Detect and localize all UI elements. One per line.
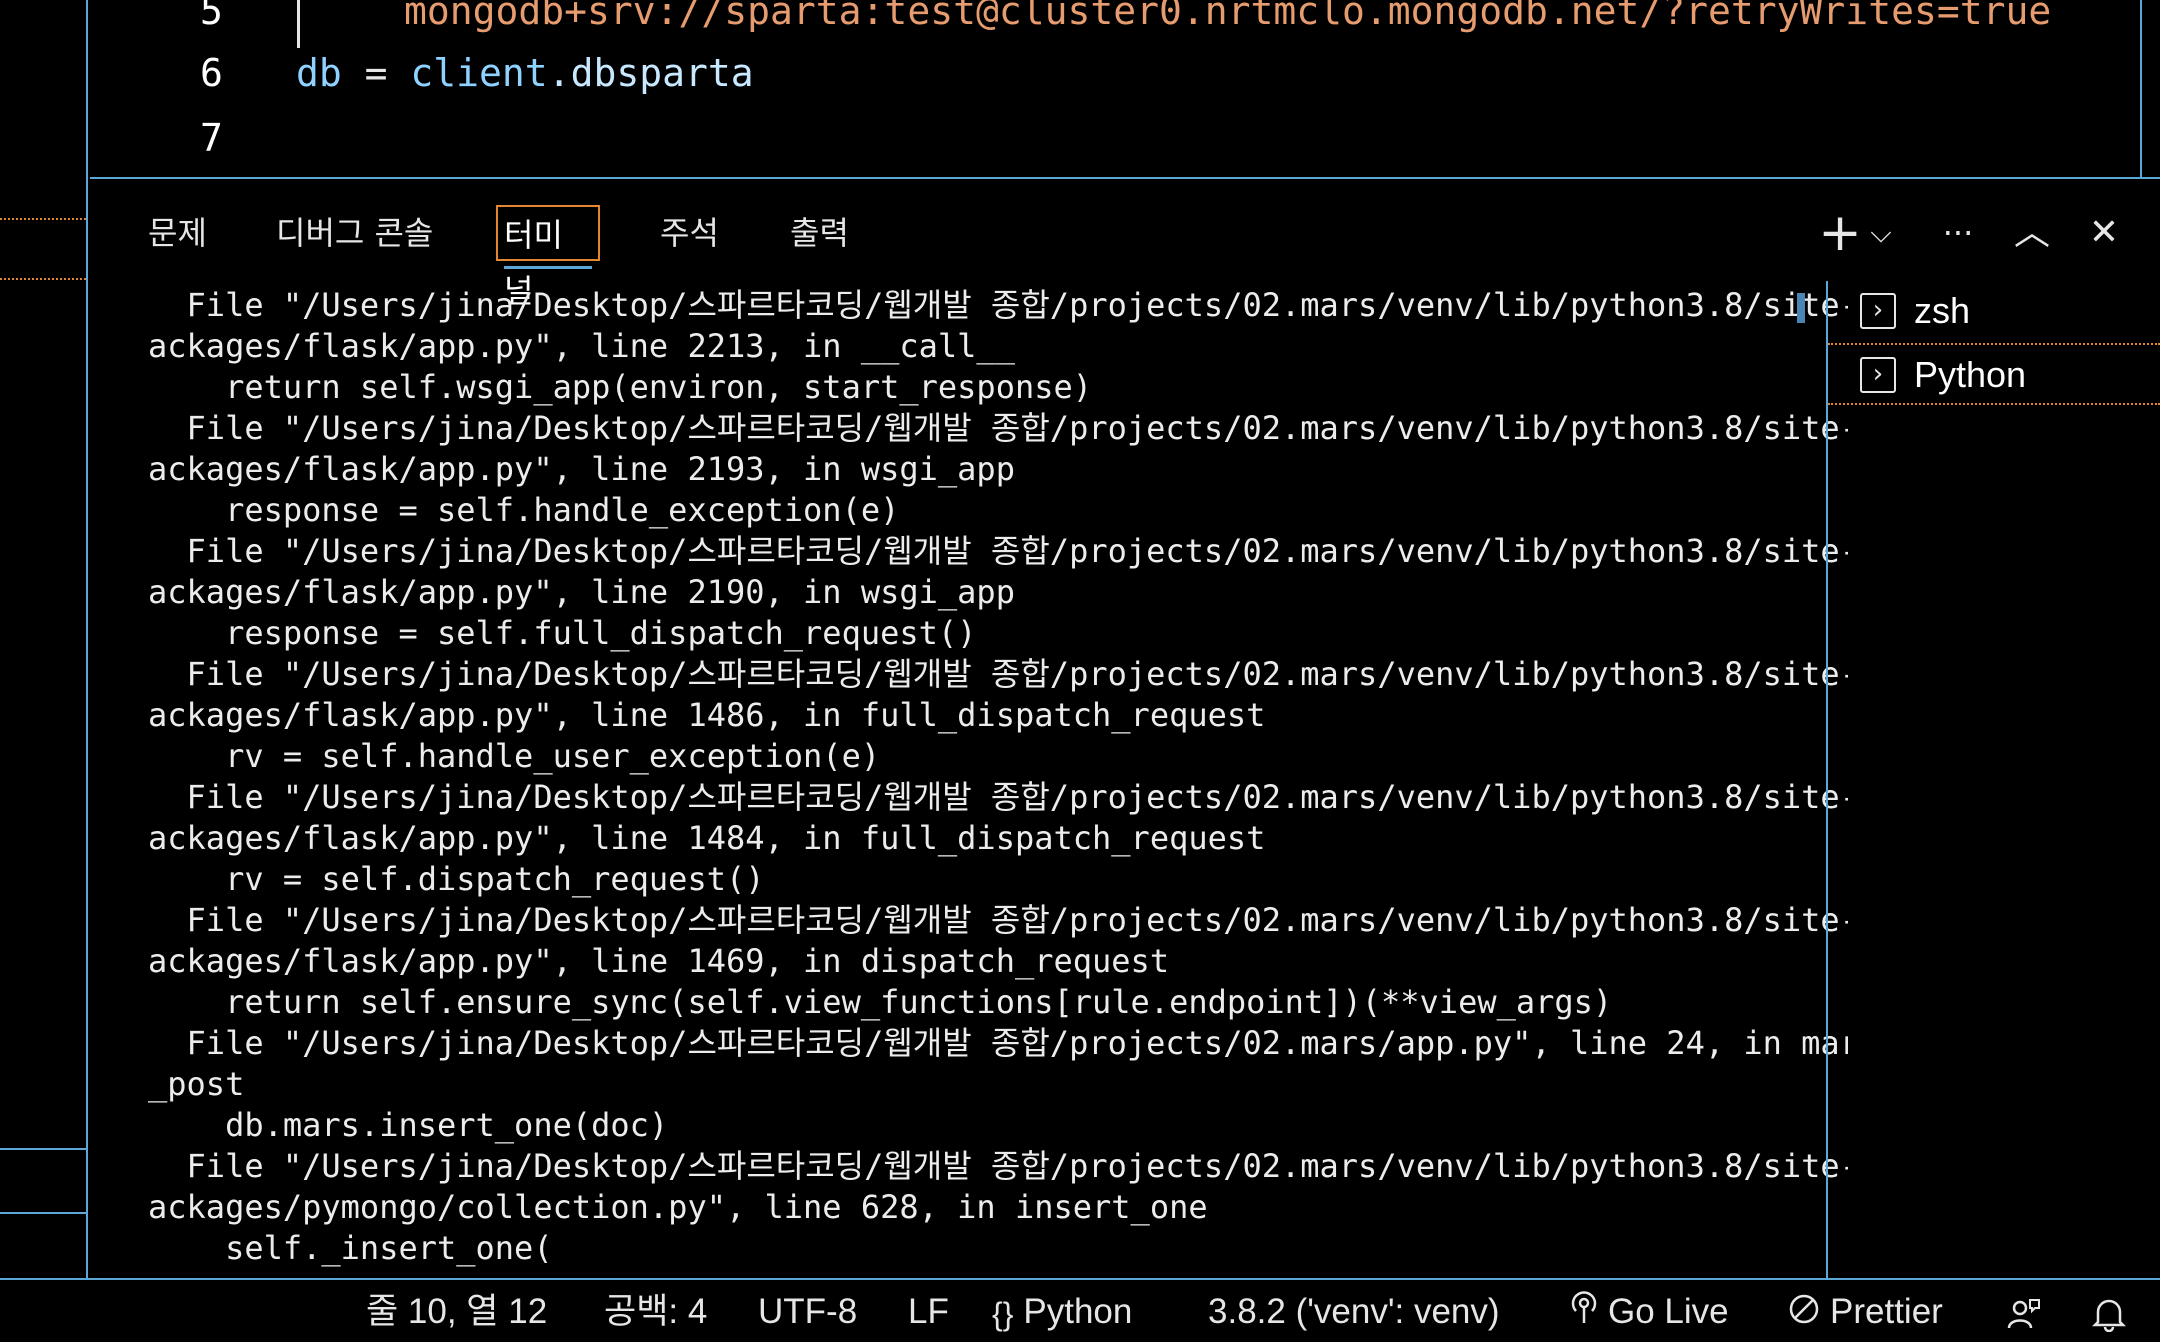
tab-output[interactable]: 출력: [784, 205, 855, 261]
code-line: 7: [90, 105, 2160, 171]
tab-label: 주석: [660, 214, 719, 252]
prettier-button[interactable]: Prettier: [1788, 1290, 1943, 1334]
tab-problems[interactable]: 문제: [142, 205, 213, 261]
sidebar-divider: [0, 1148, 86, 1150]
line-number: 6: [200, 51, 223, 95]
bottom-panel: 문제 디버그 콘솔 터미널 주석 출력 + ⌵ ··· ︿ ✕ File "/U…: [90, 181, 2160, 1278]
cursor-position[interactable]: 줄 10, 열 12: [366, 1290, 547, 1334]
panel-tabs: 문제 디버그 콘솔 터미널 주석 출력 + ⌵ ··· ︿ ✕: [90, 181, 2160, 310]
terminal-line: File "/Users/jina/Desktop/스파르타코딩/웹개발 종합/…: [148, 901, 1848, 939]
bell-icon[interactable]: [2091, 1290, 2127, 1334]
terminal-line: self._insert_one(: [148, 1229, 553, 1267]
go-live-button[interactable]: Go Live: [1570, 1290, 1729, 1334]
feedback-icon[interactable]: [2006, 1290, 2042, 1334]
tab-comments[interactable]: 주석: [654, 205, 725, 261]
terminal-line: File "/Users/jina/Desktop/스파르타코딩/웹개발 종합/…: [148, 655, 1848, 693]
code-editor[interactable]: 5 mongodb+srv://sparta:test@cluster0.nrt…: [90, 0, 2160, 179]
terminal-line: ackages/flask/app.py", line 1486, in ful…: [148, 696, 1266, 734]
terminal-line: ackages/flask/app.py", line 2213, in __c…: [148, 327, 1015, 365]
tab-label: 출력: [790, 214, 849, 252]
code-text: mongodb+srv://sparta:test@cluster0.nrtmc…: [404, 0, 2052, 33]
prettier-label: Prettier: [1830, 1292, 1943, 1331]
terminal-session-python[interactable]: › Python: [1828, 343, 2160, 405]
terminal-line: File "/Users/jina/Desktop/스파르타코딩/웹개발 종합/…: [148, 532, 1848, 570]
terminal-icon: ›: [1860, 293, 1896, 329]
terminal-line: response = self.handle_exception(e): [148, 491, 900, 529]
code-line: 6 db = client.dbsparta: [90, 40, 2160, 106]
broadcast-icon: [1570, 1291, 1598, 1336]
terminal-line: _post: [148, 1065, 245, 1103]
terminal-line: ackages/flask/app.py", line 1484, in ful…: [148, 819, 1266, 857]
terminal-session-label: zsh: [1914, 290, 1971, 331]
line-number: 5: [200, 0, 223, 33]
terminal-line: ackages/pymongo/collection.py", line 628…: [148, 1188, 1208, 1226]
code-line: 5 mongodb+srv://sparta:test@cluster0.nrt…: [90, 0, 2160, 48]
language-mode[interactable]: {} Python: [992, 1290, 1132, 1334]
go-live-label: Go Live: [1608, 1292, 1729, 1331]
encoding[interactable]: UTF-8: [758, 1290, 857, 1334]
tab-label: 문제: [148, 214, 207, 252]
terminal-line: ackages/flask/app.py", line 2190, in wsg…: [148, 573, 1015, 611]
code-token-attribute: .dbsparta: [547, 51, 754, 95]
tab-label: 디버그 콘솔: [276, 214, 434, 252]
terminal-scrollbar[interactable]: [1797, 293, 1805, 323]
terminal-session-zsh[interactable]: › zsh: [1828, 281, 2160, 343]
terminal-output[interactable]: File "/Users/jina/Desktop/스파르타코딩/웹개발 종합/…: [148, 285, 1848, 1275]
tab-debug-console[interactable]: 디버그 콘솔: [270, 205, 439, 261]
terminal-line: File "/Users/jina/Desktop/스파르타코딩/웹개발 종합/…: [148, 286, 1848, 324]
terminal-line: File "/Users/jina/Desktop/스파르타코딩/웹개발 종합/…: [148, 1147, 1848, 1185]
indentation[interactable]: 공백: 4: [604, 1290, 707, 1334]
sidebar-focus-top: [0, 218, 86, 220]
terminal-line: ackages/flask/app.py", line 2193, in wsg…: [148, 450, 1015, 488]
terminal-line: File "/Users/jina/Desktop/스파르타코딩/웹개발 종합/…: [148, 409, 1848, 447]
plus-icon[interactable]: +: [1816, 205, 1864, 261]
chevron-down-icon[interactable]: ⌵: [1866, 205, 1896, 261]
sidebar-strip: [0, 0, 88, 1278]
terminal-line: ackages/flask/app.py", line 1469, in dis…: [148, 942, 1170, 980]
terminal-icon: ›: [1860, 357, 1896, 393]
python-interpreter[interactable]: 3.8.2 ('venv': venv): [1208, 1290, 1500, 1334]
line-number: 7: [200, 116, 223, 160]
code-token-operator: =: [341, 51, 411, 95]
terminal-line: rv = self.dispatch_request(): [148, 860, 765, 898]
terminal-session-label: Python: [1914, 354, 2027, 395]
terminal-line: response = self.full_dispatch_request(): [148, 614, 977, 652]
terminal-session-list: › zsh › Python: [1828, 281, 2160, 1278]
close-icon[interactable]: ✕: [2076, 205, 2132, 261]
terminal-line: return self.ensure_sync(self.view_functi…: [148, 983, 1613, 1021]
active-tab-indicator: [504, 266, 592, 269]
chevron-up-icon[interactable]: ︿: [2004, 205, 2060, 261]
terminal-line: File "/Users/jina/Desktop/스파르타코딩/웹개발 종합/…: [148, 1024, 1848, 1062]
sidebar-divider: [0, 1212, 86, 1214]
terminal-line: File "/Users/jina/Desktop/스파르타코딩/웹개발 종합/…: [148, 778, 1848, 816]
code-text: db = client.dbsparta: [296, 40, 754, 106]
terminal-line: rv = self.handle_user_exception(e): [148, 737, 881, 775]
sidebar-focus-bottom: [0, 278, 86, 280]
terminal-line: db.mars.insert_one(doc): [148, 1106, 669, 1144]
braces-icon: {}: [992, 1295, 1014, 1332]
prohibited-icon: [1788, 1292, 1820, 1336]
end-of-line[interactable]: LF: [908, 1290, 949, 1334]
terminal-line: return self.wsgi_app(environ, start_resp…: [148, 368, 1093, 406]
editor-scrollbar[interactable]: [2140, 0, 2146, 177]
language-label: Python: [1023, 1292, 1133, 1331]
status-bar: 줄 10, 열 12 공백: 4 UTF-8 LF {} Python 3.8.2…: [0, 1278, 2160, 1342]
more-icon[interactable]: ···: [1930, 205, 1986, 261]
tab-terminal[interactable]: 터미널: [496, 205, 600, 310]
code-token-variable: db: [296, 51, 342, 95]
code-token-object: client: [410, 51, 548, 95]
